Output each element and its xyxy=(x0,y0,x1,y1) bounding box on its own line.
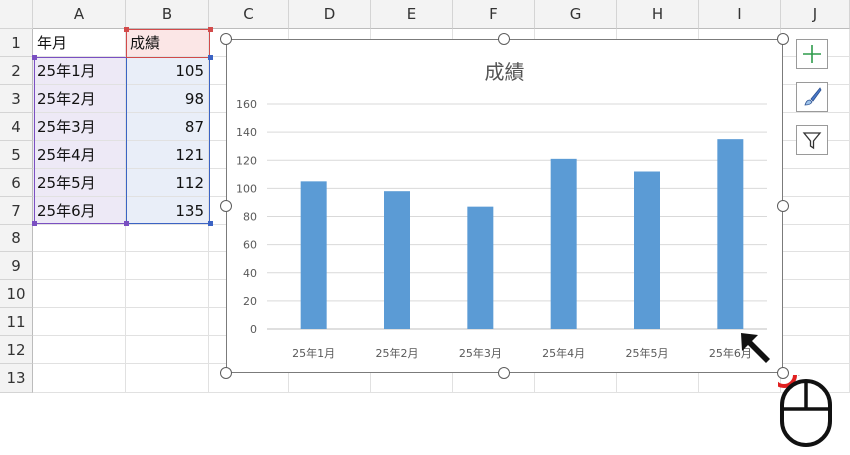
filter-icon xyxy=(802,132,822,150)
cell-a10[interactable] xyxy=(33,280,126,308)
range-corner-handle[interactable] xyxy=(208,221,213,226)
row-header-10[interactable]: 10 xyxy=(0,280,33,308)
x-tick-label: 25年4月 xyxy=(542,346,585,360)
row-header-9[interactable]: 9 xyxy=(0,252,33,280)
y-tick-label: 160 xyxy=(236,98,257,111)
y-tick-label: 80 xyxy=(243,211,257,224)
bar-5[interactable] xyxy=(634,171,660,330)
cell-b9[interactable] xyxy=(126,252,209,280)
row-header-13[interactable]: 13 xyxy=(0,364,33,393)
row-header-4[interactable]: 4 xyxy=(0,113,33,141)
chart-plot-area[interactable]: 0 20 40 60 80 100 120 140 160 25年1月 25年2月 25年3月 25年4… xyxy=(227,40,782,372)
y-tick-label: 60 xyxy=(243,239,257,252)
chart-filters-button[interactable] xyxy=(796,125,828,155)
plus-icon xyxy=(803,45,821,63)
cell-b8[interactable] xyxy=(126,225,209,252)
cell-j9[interactable] xyxy=(781,252,850,280)
column-header-f[interactable]: F xyxy=(453,0,535,29)
resize-handle-bottom[interactable] xyxy=(498,367,510,379)
selection-range-a xyxy=(34,57,127,224)
row-header-5[interactable]: 5 xyxy=(0,141,33,169)
y-tick-label: 140 xyxy=(236,126,257,139)
cell-a1[interactable]: 年月 xyxy=(33,29,126,57)
paintbrush-icon xyxy=(804,87,822,106)
row-header-6[interactable]: 6 xyxy=(0,169,33,197)
row-header-8[interactable]: 8 xyxy=(0,225,33,252)
bar-6[interactable] xyxy=(717,139,744,329)
column-header-c[interactable]: C xyxy=(209,0,289,29)
y-tick-label: 20 xyxy=(243,295,257,308)
row-header-2[interactable]: 2 xyxy=(0,57,33,85)
bar-3[interactable] xyxy=(467,206,494,329)
range-corner-handle[interactable] xyxy=(124,27,129,32)
bar-chart[interactable]: 成績 0 20 40 60 80 100 120 140 160 25年1月 25年2月 25年3月 2… xyxy=(226,39,783,373)
cell-a9[interactable] xyxy=(33,252,126,280)
resize-handle-top-left[interactable] xyxy=(220,33,232,45)
bar-2[interactable] xyxy=(384,191,410,329)
y-tick-label: 40 xyxy=(243,267,257,280)
cell-a11[interactable] xyxy=(33,308,126,336)
cell-b12[interactable] xyxy=(126,336,209,364)
selection-header-b1 xyxy=(126,29,210,58)
cursor-arrow-icon xyxy=(741,333,770,363)
chart-styles-button[interactable] xyxy=(796,82,828,112)
x-tick-label: 25年2月 xyxy=(376,346,419,360)
column-header-a[interactable]: A xyxy=(33,0,126,29)
range-corner-handle[interactable] xyxy=(208,55,213,60)
row-header-7[interactable]: 7 xyxy=(0,197,33,225)
cell-a8[interactable] xyxy=(33,225,126,252)
resize-handle-top[interactable] xyxy=(498,33,510,45)
column-header-b[interactable]: B xyxy=(126,0,209,29)
range-corner-handle[interactable] xyxy=(124,221,129,226)
bar-1[interactable] xyxy=(300,181,327,329)
cell-j6[interactable] xyxy=(781,169,850,197)
resize-handle-left[interactable] xyxy=(220,200,232,212)
mouse-click-icon xyxy=(778,375,832,447)
bar-4[interactable] xyxy=(550,158,577,329)
row-header-1[interactable]: 1 xyxy=(0,29,33,57)
cell-a12[interactable] xyxy=(33,336,126,364)
column-header-j[interactable]: J xyxy=(781,0,850,29)
column-header-e[interactable]: E xyxy=(371,0,453,29)
resize-handle-top-right[interactable] xyxy=(777,33,789,45)
row-header-12[interactable]: 12 xyxy=(0,336,33,364)
x-tick-label: 25年5月 xyxy=(626,346,669,360)
column-header-i[interactable]: I xyxy=(699,0,781,29)
row-header-3[interactable]: 3 xyxy=(0,85,33,113)
y-tick-label: 120 xyxy=(236,154,257,167)
cell-j11[interactable] xyxy=(781,308,850,336)
cell-j8[interactable] xyxy=(781,225,850,252)
selection-range-b xyxy=(126,57,210,224)
cell-j10[interactable] xyxy=(781,280,850,308)
select-all-corner[interactable] xyxy=(0,0,33,29)
cell-b10[interactable] xyxy=(126,280,209,308)
resize-handle-bottom-left[interactable] xyxy=(220,367,232,379)
range-corner-handle[interactable] xyxy=(208,27,213,32)
range-corner-handle[interactable] xyxy=(32,55,37,60)
range-corner-handle[interactable] xyxy=(32,221,37,226)
cell-a13[interactable] xyxy=(33,364,126,393)
x-tick-label: 25年1月 xyxy=(292,346,335,360)
column-header-h[interactable]: H xyxy=(617,0,699,29)
row-header-11[interactable]: 11 xyxy=(0,308,33,336)
cell-j12[interactable] xyxy=(781,336,850,364)
x-tick-label: 25年3月 xyxy=(459,346,502,360)
chart-elements-button[interactable] xyxy=(796,39,828,69)
cell-j7[interactable] xyxy=(781,197,850,225)
y-tick-label: 0 xyxy=(250,323,257,336)
cell-b11[interactable] xyxy=(126,308,209,336)
resize-handle-right[interactable] xyxy=(777,200,789,212)
column-header-d[interactable]: D xyxy=(289,0,371,29)
column-header-g[interactable]: G xyxy=(535,0,617,29)
cell-b13[interactable] xyxy=(126,364,209,393)
y-tick-label: 100 xyxy=(236,182,257,195)
